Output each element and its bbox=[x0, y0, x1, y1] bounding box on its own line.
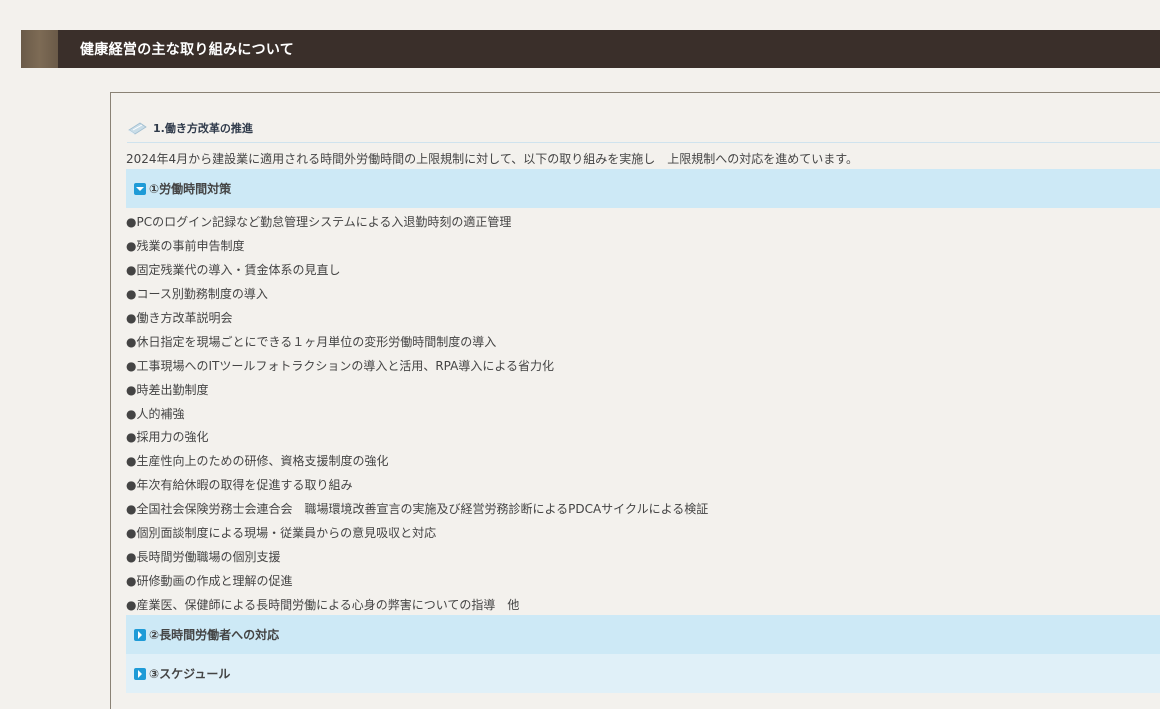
chevron-right-icon[interactable] bbox=[134, 628, 146, 641]
page-header: 健康経営の主な取り組みについて bbox=[21, 30, 1160, 68]
list-item: ●採用力の強化 bbox=[126, 430, 209, 445]
accordion-header-work-hours[interactable]: ①労働時間対策 bbox=[126, 169, 1160, 208]
accordion-header-long-hours[interactable]: ②長時間労働者への対応 bbox=[126, 615, 1160, 654]
header-accent bbox=[21, 30, 58, 68]
accordion-label: ②長時間労働者への対応 bbox=[149, 628, 280, 642]
list-item: ●残業の事前申告制度 bbox=[126, 238, 245, 253]
list-item: ●時差出勤制度 bbox=[126, 382, 209, 397]
measures-list: ●PCのログイン記録など勤怠管理システムによる入退勤時刻の適正管理 ●残業の事前… bbox=[126, 211, 708, 618]
chevron-down-icon[interactable] bbox=[134, 182, 146, 195]
chevron-right-icon[interactable] bbox=[134, 667, 146, 680]
list-item: ●休日指定を現場ごとにできる１ヶ月単位の変形労働時間制度の導入 bbox=[126, 334, 497, 349]
list-item: ●PCのログイン記録など勤怠管理システムによる入退勤時刻の適正管理 bbox=[126, 215, 512, 229]
list-item: ●人的補強 bbox=[126, 406, 185, 421]
list-item: ●年次有給休暇の取得を促進する取り組み bbox=[126, 478, 353, 493]
list-item: ●研修動画の作成と理解の促進 bbox=[126, 574, 293, 589]
list-item: ●全国社会保険労務士会連合会 職場環境改善宣言の実施及び経営労務診断によるPDC… bbox=[126, 502, 709, 517]
section-heading: 1.働き方改革の推進 bbox=[127, 113, 1160, 143]
section-title: 1.働き方改革の推進 bbox=[153, 121, 253, 135]
accordion-label: ①労働時間対策 bbox=[149, 182, 232, 196]
accordion-header-schedule[interactable]: ③スケジュール bbox=[126, 654, 1160, 693]
content-panel: 1.働き方改革の推進 2024年4月から建設業に適用される時間外労働時間の上限規… bbox=[110, 92, 1160, 709]
accordion-label: ③スケジュール bbox=[149, 667, 231, 681]
list-item: ●生産性向上のための研修、資格支援制度の強化 bbox=[126, 454, 389, 469]
list-item: ●長時間労働職場の個別支援 bbox=[126, 550, 281, 565]
pencil-icon bbox=[127, 121, 149, 135]
section-intro: 2024年4月から建設業に適用される時間外労働時間の上限規制に対して、以下の取り… bbox=[126, 152, 859, 166]
list-item: ●工事現場へのITツールフォトラクションの導入と活用、RPA導入による省力化 bbox=[126, 358, 554, 373]
list-item: ●個別面談制度による現場・従業員からの意見吸収と対応 bbox=[126, 526, 437, 541]
list-item: ●固定残業代の導入・賃金体系の見直し bbox=[126, 262, 341, 277]
page-title: 健康経営の主な取り組みについて bbox=[80, 42, 295, 58]
list-item: ●コース別勤務制度の導入 bbox=[126, 286, 268, 301]
list-item: ●働き方改革説明会 bbox=[126, 310, 233, 325]
